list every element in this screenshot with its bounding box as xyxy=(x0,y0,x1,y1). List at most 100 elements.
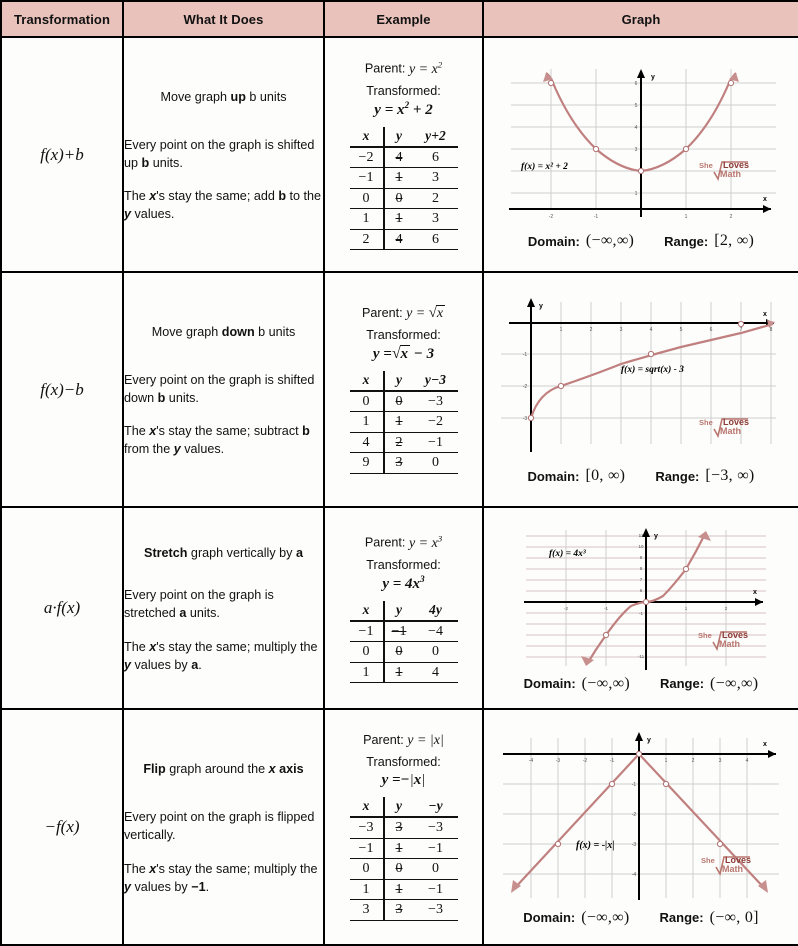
value-header-ty: 4y xyxy=(413,600,458,622)
value-ty: 0 xyxy=(413,858,458,880)
transformed-equation: y =−|x| xyxy=(381,772,426,789)
headline-suffix: b units xyxy=(254,324,296,339)
notation-text: f(x)+b xyxy=(40,144,84,164)
headline-emphasis: Stretch xyxy=(144,546,188,561)
svg-text:5: 5 xyxy=(635,103,638,109)
svg-text:-4: -4 xyxy=(632,872,637,878)
svg-text:-2: -2 xyxy=(549,214,554,220)
column-header-transformation: Transformation xyxy=(0,0,124,38)
svg-text:y: y xyxy=(539,303,543,310)
column-header-what-it-does: What It Does xyxy=(122,0,325,38)
value-header-x: x xyxy=(349,600,385,622)
value-x: −1 xyxy=(349,838,385,860)
value-row: −1 1 3 xyxy=(349,167,458,189)
domain-value: (−∞,∞) xyxy=(581,674,630,692)
svg-text:3: 3 xyxy=(719,758,722,764)
description-paragraph-2: The x's stay the same; multiply the y va… xyxy=(124,861,318,894)
value-table: x y 4y −1 −1 −4 000 114 xyxy=(349,600,458,684)
description-paragraph-1: Every point on the graph is shifted down… xyxy=(124,372,315,405)
example-cell: Parent: y = x2 Transformed: y = x2 + 2 x… xyxy=(323,36,484,273)
watermark-logo: She Loves Math xyxy=(699,160,749,182)
svg-text:-11: -11 xyxy=(638,654,645,659)
value-ty: −3 xyxy=(413,817,458,839)
description-cell: Stretch graph vertically by a Every poin… xyxy=(122,506,325,710)
parent-function-line: Parent: y = x3 xyxy=(325,533,482,552)
svg-text:-1: -1 xyxy=(610,758,615,764)
headline-emphasis: down xyxy=(221,324,255,339)
description-cell: Flip graph around the x axis Every point… xyxy=(122,708,325,946)
notation-text: f(x)−b xyxy=(40,379,84,399)
headline-suffix: graph vertically by a xyxy=(187,546,303,561)
svg-text:-3: -3 xyxy=(523,416,528,422)
notation-text: −f(x) xyxy=(44,817,80,836)
svg-text:6: 6 xyxy=(710,327,713,333)
graph-equation-label: f(x) = 4x³ xyxy=(549,548,586,559)
value-header-y: y xyxy=(383,600,414,622)
svg-text:-1: -1 xyxy=(632,782,637,788)
svg-text:-1: -1 xyxy=(594,214,599,220)
column-header-graph: Graph xyxy=(482,0,798,38)
value-ty: 0 xyxy=(413,452,458,474)
value-y: 0 xyxy=(383,188,414,210)
value-y: 3 xyxy=(383,899,414,921)
svg-text:-4: -4 xyxy=(529,758,534,764)
svg-text:1: 1 xyxy=(635,191,638,197)
svg-text:4: 4 xyxy=(635,125,638,131)
svg-text:She: She xyxy=(698,631,712,640)
headline-suffix: b units xyxy=(245,89,287,104)
svg-text:2: 2 xyxy=(692,758,695,764)
range-value: (−∞, 0] xyxy=(709,908,759,926)
graph-svg: y x -2 -1 12 11109 876 -1-11 f(x) = 4x³ … xyxy=(524,527,766,670)
svg-text:3: 3 xyxy=(635,147,638,153)
parent-function-line: Parent: y = x2 xyxy=(325,59,482,78)
graph-svg: y x 123 456 78 -1-2-3 f(x) = sqrt(x) - 3 xyxy=(501,298,776,452)
description-paragraph-1: Every point on the graph is stretched a … xyxy=(124,588,274,621)
svg-text:1: 1 xyxy=(685,214,688,220)
svg-text:-1: -1 xyxy=(523,352,528,358)
value-row: 930 xyxy=(349,452,458,474)
value-row: 1 1 −1 xyxy=(349,879,458,901)
svg-text:8: 8 xyxy=(770,327,773,333)
value-ty: 6 xyxy=(413,146,458,169)
range-label: Range: xyxy=(655,468,700,484)
value-y: 1 xyxy=(383,411,414,433)
graph-cell: y x -2 -1 12 654 31 f(x) = x² + 2 She Lo… xyxy=(482,36,798,273)
value-header-x: x xyxy=(349,797,385,819)
value-ty: 3 xyxy=(413,167,458,189)
value-ty: −1 xyxy=(413,838,458,860)
value-ty: 3 xyxy=(413,208,458,230)
parent-function-line: Parent: y = |x| xyxy=(325,733,482,749)
value-table: x y −y −3 3 −3 −1 1 −1 000 1 1 −1 3 3 −3 xyxy=(349,797,458,921)
graph-equation-label: f(x) = -|x| xyxy=(576,840,614,851)
transformation-notation: −f(x) xyxy=(0,708,124,946)
svg-text:-3: -3 xyxy=(632,842,637,848)
value-header-ty: y−3 xyxy=(413,371,458,392)
parent-label: Parent: xyxy=(364,61,406,76)
value-x: 4 xyxy=(349,432,385,454)
domain-label: Domain: xyxy=(523,676,576,691)
value-y: 1 xyxy=(383,662,414,684)
svg-text:-2: -2 xyxy=(632,812,637,818)
value-row: 113 xyxy=(349,208,458,230)
value-x: 1 xyxy=(349,208,385,230)
domain-label: Domain: xyxy=(527,233,580,249)
svg-text:x: x xyxy=(763,311,767,318)
value-ty: −3 xyxy=(413,390,458,413)
svg-text:1: 1 xyxy=(665,758,668,764)
value-y: 3 xyxy=(383,452,414,474)
transformed-equation: y =√x − 3 xyxy=(372,345,435,363)
svg-text:Math: Math xyxy=(719,639,740,649)
description-paragraph-2: The x's stay the same; add b to the y va… xyxy=(124,189,322,222)
svg-text:3: 3 xyxy=(620,327,623,333)
svg-text:x: x xyxy=(753,589,757,596)
value-y: 0 xyxy=(383,390,414,413)
parent-label: Parent: xyxy=(363,733,404,748)
value-y: 4 xyxy=(383,146,414,169)
value-y: −1 xyxy=(383,620,414,643)
value-x: 9 xyxy=(349,452,385,474)
value-ty: 0 xyxy=(413,641,458,663)
value-x: 0 xyxy=(349,390,385,413)
svg-text:-1: -1 xyxy=(604,606,608,611)
value-row: −2 4 6 xyxy=(349,146,458,169)
svg-text:She: She xyxy=(701,856,715,865)
